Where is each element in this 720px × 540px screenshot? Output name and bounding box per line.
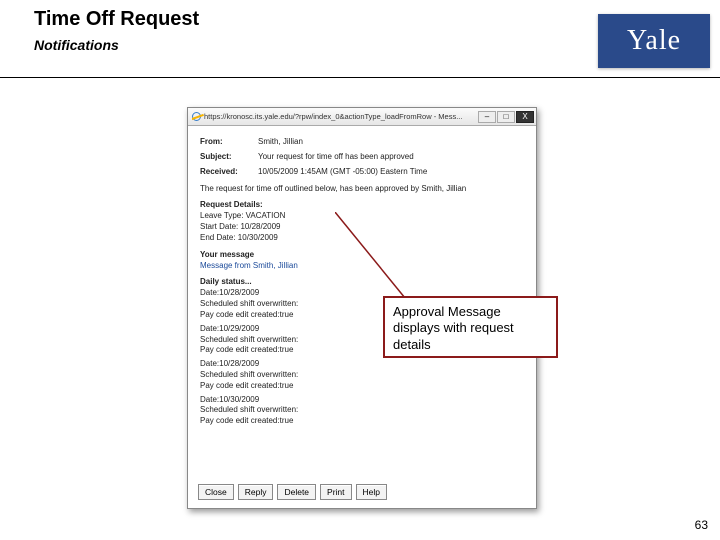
reply-button[interactable]: Reply <box>238 484 274 500</box>
minimize-button[interactable]: – <box>478 111 496 123</box>
leave-type: Leave Type: VACATION <box>200 211 524 222</box>
window-controls: – □ X <box>478 111 534 123</box>
day-line2: Pay code edit created:true <box>200 416 524 427</box>
daily-status-block: Date:10/28/2009Scheduled shift overwritt… <box>200 359 524 391</box>
request-details-header: Request Details: <box>200 200 524 209</box>
ie-icon <box>192 112 201 121</box>
your-message: Message from Smith, Jillian <box>200 261 524 270</box>
maximize-button[interactable]: □ <box>497 111 515 123</box>
day-line1: Scheduled shift overwritten: <box>200 405 524 416</box>
daily-status-block: Date:10/30/2009Scheduled shift overwritt… <box>200 395 524 427</box>
close-button[interactable]: Close <box>198 484 234 500</box>
window-url: https://kronosc.its.yale.edu/?rpw/index_… <box>204 112 462 121</box>
close-window-button[interactable]: X <box>516 111 534 123</box>
day-date: Date:10/28/2009 <box>200 359 524 370</box>
subject-label: Subject: <box>200 152 258 161</box>
subject-value: Your request for time off has been appro… <box>258 152 414 161</box>
day-line1: Scheduled shift overwritten: <box>200 370 524 381</box>
your-message-header: Your message <box>200 250 524 259</box>
start-date: Start Date: 10/28/2009 <box>200 222 524 233</box>
day-line2: Pay code edit created:true <box>200 381 524 392</box>
slide-header: Time Off Request Notifications Yale <box>0 0 720 78</box>
delete-button[interactable]: Delete <box>277 484 316 500</box>
print-button[interactable]: Print <box>320 484 351 500</box>
yale-logo: Yale <box>598 14 710 68</box>
daily-status-header: Daily status... <box>200 277 524 286</box>
intro-text: The request for time off outlined below,… <box>200 184 524 193</box>
message-body: From:Smith, Jillian Subject:Your request… <box>188 126 536 427</box>
yale-logo-text: Yale <box>627 25 681 57</box>
button-bar: Close Reply Delete Print Help <box>198 484 387 500</box>
from-label: From: <box>200 137 258 146</box>
from-value: Smith, Jillian <box>258 137 303 146</box>
received-value: 10/05/2009 1:45AM (GMT -05:00) Eastern T… <box>258 167 427 176</box>
callout-box: Approval Message displays with request d… <box>383 296 558 358</box>
received-label: Received: <box>200 167 258 176</box>
address-bar: https://kronosc.its.yale.edu/?rpw/index_… <box>192 112 462 121</box>
window-titlebar: https://kronosc.its.yale.edu/?rpw/index_… <box>188 108 536 126</box>
help-button[interactable]: Help <box>356 484 387 500</box>
end-date: End Date: 10/30/2009 <box>200 233 524 244</box>
page-number: 63 <box>695 518 708 532</box>
day-date: Date:10/30/2009 <box>200 395 524 406</box>
